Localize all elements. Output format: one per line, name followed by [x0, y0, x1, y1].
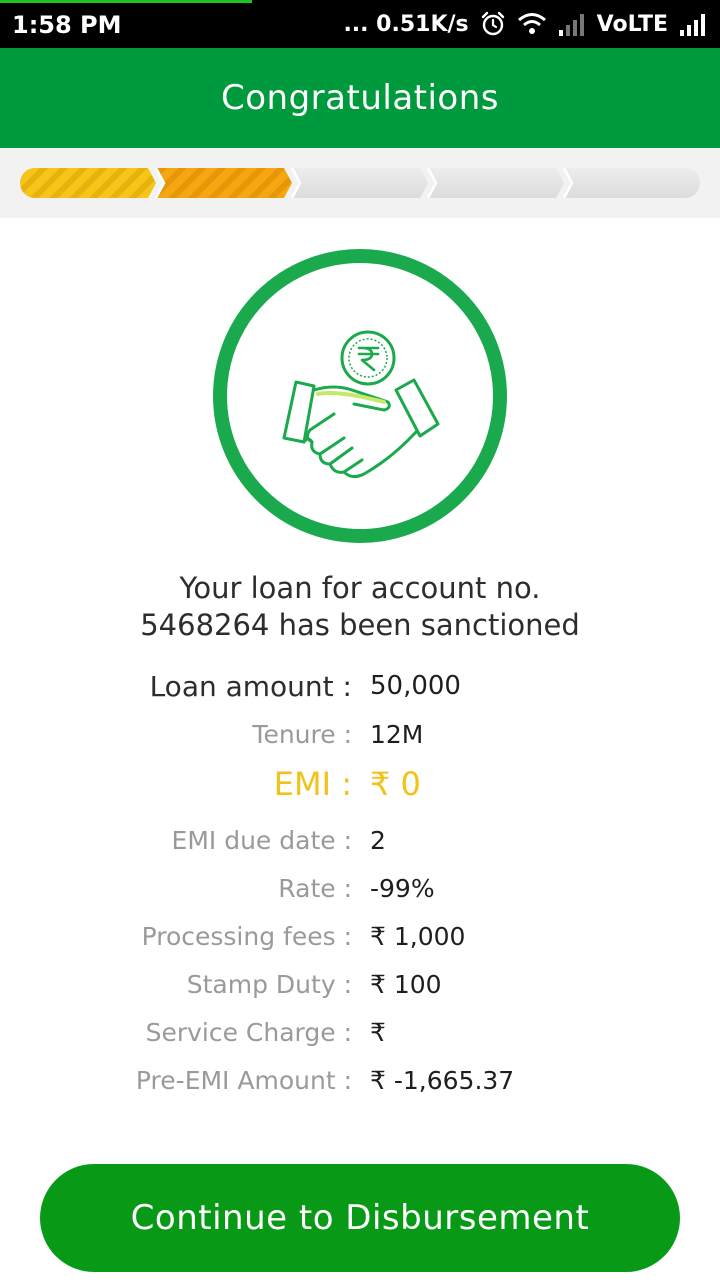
- detail-value: ₹ 1,000: [370, 921, 466, 951]
- network-speed: ... 0.51K/s: [343, 11, 469, 37]
- sanction-message-line-2: 5468264 has been sanctioned: [140, 608, 580, 642]
- detail-label: EMI :: [273, 765, 352, 803]
- signal-weak-icon: [557, 12, 587, 36]
- detail-row-emi: EMI : ₹ 0: [0, 762, 720, 806]
- detail-value: ₹ 100: [370, 969, 442, 999]
- progress-stepper: [20, 168, 700, 198]
- progress-step-5: [564, 168, 700, 198]
- carrier-label: VoLTE: [596, 11, 668, 37]
- detail-label: Tenure :: [252, 719, 352, 749]
- detail-value: -99%: [370, 873, 435, 903]
- alarm-clock-icon: [479, 10, 507, 38]
- continue-to-disbursement-button[interactable]: Continue to Disbursement: [40, 1164, 680, 1272]
- status-indicators: ... 0.51K/s VoLTE: [343, 9, 708, 39]
- status-time: 1:58 PM: [12, 11, 122, 39]
- detail-value: 12M: [370, 719, 424, 749]
- detail-value: 50,000: [370, 671, 461, 701]
- detail-value: ₹ -1,665.37: [370, 1065, 515, 1095]
- page-load-indicator: [0, 0, 252, 3]
- detail-row-pre-emi-amount: Pre-EMI Amount : ₹ -1,665.37: [0, 1058, 720, 1102]
- detail-value: 2: [370, 825, 386, 855]
- sanction-message-line-1: Your loan for account no.: [179, 571, 541, 605]
- status-bar: 1:58 PM ... 0.51K/s VoLTE: [0, 0, 720, 48]
- wifi-icon: [517, 11, 547, 37]
- detail-label: Loan amount :: [149, 669, 352, 703]
- progress-step-1: [20, 168, 156, 198]
- detail-label: Rate :: [278, 873, 352, 903]
- handshake-rupee-icon: [213, 249, 507, 543]
- detail-row-service-charge: Service Charge : ₹: [0, 1010, 720, 1054]
- detail-row-emi-due-date: EMI due date : 2: [0, 818, 720, 862]
- detail-row-stamp-duty: Stamp Duty : ₹ 100: [0, 962, 720, 1006]
- detail-row-processing-fees: Processing fees : ₹ 1,000: [0, 914, 720, 958]
- detail-label: Service Charge :: [145, 1017, 352, 1047]
- detail-row-rate: Rate : -99%: [0, 866, 720, 910]
- progress-step-3: [292, 168, 428, 198]
- detail-row-loan-amount: Loan amount : 50,000: [0, 664, 720, 708]
- detail-row-tenure: Tenure : 12M: [0, 712, 720, 756]
- detail-value: ₹: [370, 1017, 386, 1047]
- progress-step-2: [156, 168, 292, 198]
- detail-value: ₹ 0: [370, 765, 421, 803]
- signal-strong-icon: [678, 12, 708, 36]
- progress-step-4: [428, 168, 564, 198]
- detail-label: Stamp Duty :: [186, 969, 352, 999]
- sanction-message: Your loan for account no. 5468264 has be…: [60, 570, 660, 644]
- detail-label: Processing fees :: [141, 921, 352, 951]
- detail-label: Pre-EMI Amount :: [135, 1065, 352, 1095]
- detail-label: EMI due date :: [171, 825, 352, 855]
- app-header: Congratulations: [0, 48, 720, 148]
- page-title: Congratulations: [221, 78, 499, 118]
